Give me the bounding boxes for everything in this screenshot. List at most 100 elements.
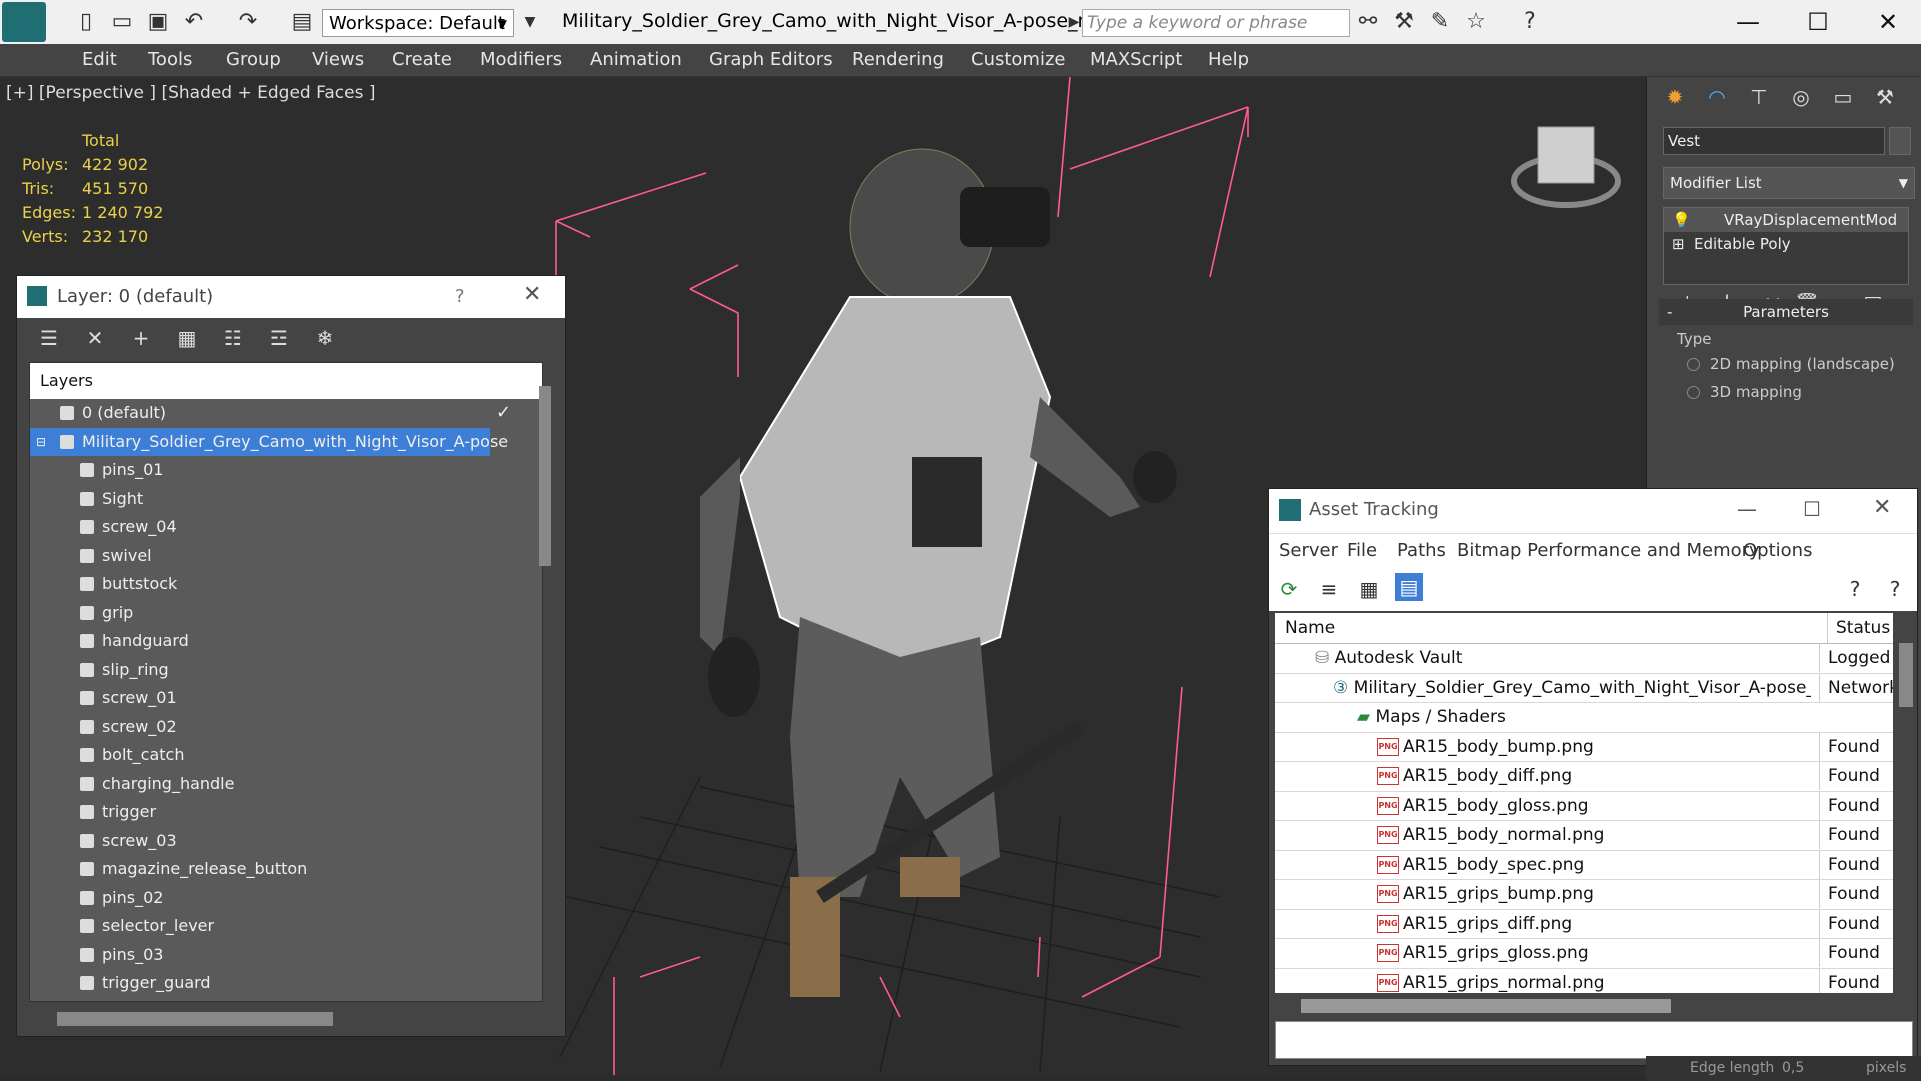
menu-create[interactable]: Create <box>392 49 452 70</box>
star-icon[interactable]: ☆ <box>1462 8 1490 36</box>
table-view-icon[interactable]: ▤ <box>1395 573 1423 601</box>
layer-object-row[interactable]: screw_02 <box>30 713 542 742</box>
open-icon[interactable]: ▭ <box>108 8 136 36</box>
hierarchy-tab-icon[interactable]: ⊤ <box>1745 83 1773 111</box>
expand-icon[interactable]: ⊞ <box>1672 232 1685 256</box>
menu-edit[interactable]: Edit <box>82 49 117 70</box>
stack-item-vray-displacement[interactable]: 💡 VRayDisplacementMod <box>1664 208 1908 232</box>
layer-object-row[interactable]: handguard <box>30 627 542 656</box>
list-view-icon[interactable]: ≡ <box>1315 575 1343 603</box>
modify-tab-icon[interactable]: ◠ <box>1703 83 1731 111</box>
asset-tracking-dialog[interactable]: Asset Tracking — ☐ ✕ Server File Paths B… <box>1268 488 1918 1066</box>
asset-row[interactable]: PNG AR15_grips_bump.png Found <box>1275 880 1893 910</box>
radio-2d-mapping[interactable]: 2D mapping (landscape) <box>1687 355 1895 373</box>
stack-item-editable-poly[interactable]: ⊞ Editable Poly <box>1664 232 1908 256</box>
layer-object-row[interactable]: pins_02 <box>30 884 542 913</box>
menu-group[interactable]: Group <box>226 49 281 70</box>
layer-vscrollbar[interactable] <box>539 386 551 566</box>
new-icon[interactable]: ▯ <box>72 8 100 36</box>
asset-table[interactable]: Name Status ⛁ Autodesk Vault Logged ③ Mili… <box>1275 613 1893 993</box>
menu-tools[interactable]: Tools <box>148 49 192 70</box>
hide-all-layers-icon[interactable]: ☲ <box>265 324 293 352</box>
create-layer-icon[interactable]: ☰ <box>35 324 63 352</box>
layer-hscrollbar[interactable] <box>57 1012 333 1026</box>
layer-object-row[interactable]: swivel <box>30 542 542 571</box>
col-status-header[interactable]: Status <box>1827 613 1890 643</box>
viewcube-icon[interactable] <box>1511 126 1621 208</box>
edge-length-value[interactable]: 0,5 <box>1782 1060 1804 1076</box>
help-settings-icon[interactable]: ? <box>1881 575 1909 603</box>
workspace-dropdown[interactable]: Workspace: Default ▼ <box>322 9 514 37</box>
close-icon[interactable]: ✕ <box>1858 4 1918 40</box>
lightbulb-icon[interactable]: 💡 <box>1672 208 1691 232</box>
asset-menu-options[interactable]: Options <box>1743 540 1812 561</box>
layer-object-row[interactable]: screw_04 <box>30 513 542 542</box>
layer-dialog[interactable]: Layer: 0 (default) ? ✕ ☰ ✕ + ▦ ☷ ☲ ❄ Lay… <box>16 275 566 1037</box>
asset-menu-paths[interactable]: Paths <box>1397 540 1446 561</box>
menu-graph-editors[interactable]: Graph Editors <box>709 49 833 70</box>
menu-animation[interactable]: Animation <box>590 49 682 70</box>
search-input[interactable]: Type a keyword or phrase <box>1082 9 1350 37</box>
close-icon[interactable]: ✕ <box>523 282 541 307</box>
asset-row[interactable]: PNG AR15_body_spec.png Found <box>1275 850 1893 880</box>
asset-hscrollbar[interactable] <box>1301 999 1671 1013</box>
layer-object-row[interactable]: trigger <box>30 798 542 827</box>
help-icon[interactable]: ? <box>1516 8 1544 36</box>
asset-row[interactable]: PNG AR15_grips_normal.png Found <box>1275 968 1893 993</box>
parameters-rollout-header[interactable]: - Parameters <box>1659 299 1913 325</box>
save-icon[interactable]: ▣ <box>144 8 172 36</box>
layer-object-row[interactable]: Sight <box>30 485 542 514</box>
asset-row[interactable]: ▰ Maps / Shaders <box>1275 703 1893 733</box>
utilities-tab-icon[interactable]: ⚒ <box>1871 83 1899 111</box>
asset-row[interactable]: PNG AR15_body_bump.png Found <box>1275 732 1893 762</box>
object-color-swatch[interactable] <box>1889 127 1911 155</box>
asset-row[interactable]: PNG AR15_grips_diff.png Found <box>1275 909 1893 939</box>
menu-rendering[interactable]: Rendering <box>852 49 944 70</box>
col-name-header[interactable]: Name <box>1285 613 1335 643</box>
refresh-icon[interactable]: ⟳ <box>1275 575 1303 603</box>
layer-object-row[interactable]: screw_01 <box>30 684 542 713</box>
select-in-layer-icon[interactable]: ▦ <box>173 324 201 352</box>
layer-object-row[interactable]: lower_receiver <box>30 998 542 1002</box>
freeze-all-layers-icon[interactable]: ❄ <box>311 324 339 352</box>
maximize-icon[interactable]: ☐ <box>1788 4 1848 40</box>
layer-object-row[interactable]: slip_ring <box>30 656 542 685</box>
layer-object-row[interactable]: screw_03 <box>30 827 542 856</box>
layer-object-row[interactable]: pins_01 <box>30 456 542 485</box>
menu-icon[interactable]: ▼ <box>516 8 544 36</box>
asset-menu-file[interactable]: File <box>1347 540 1377 561</box>
minimize-icon[interactable]: — <box>1718 4 1778 40</box>
help-button[interactable]: ? <box>455 286 465 307</box>
tools-icon[interactable]: ⚒ <box>1390 8 1418 36</box>
modifier-stack[interactable]: 💡 VRayDisplacementMod ⊞ Editable Poly <box>1663 207 1909 285</box>
help-icon[interactable]: ? <box>1841 575 1869 603</box>
layer-object-row[interactable]: bolt_catch <box>30 741 542 770</box>
undo-icon[interactable]: ↶ <box>180 8 208 36</box>
modifier-list-dropdown[interactable]: Modifier List ▼ <box>1663 167 1915 199</box>
maximize-icon[interactable]: ☐ <box>1803 497 1821 521</box>
asset-vscrollbar[interactable] <box>1899 643 1913 707</box>
layer-object-row[interactable]: grip <box>30 599 542 628</box>
layer-list[interactable]: Layers 0 (default) ✓ ⊟ Military_Soldier_… <box>29 362 543 1002</box>
layer-row-default[interactable]: 0 (default) ✓ <box>30 399 542 428</box>
signin-icon[interactable]: ✎ <box>1426 8 1454 36</box>
menu-help[interactable]: Help <box>1208 49 1249 70</box>
check-icon[interactable]: ✓ <box>496 399 511 427</box>
asset-row[interactable]: PNG AR15_body_normal.png Found <box>1275 821 1893 851</box>
asset-row[interactable]: ③ Military_Soldier_Grey_Camo_with_Night_… <box>1275 673 1893 703</box>
asset-menu-server[interactable]: Server <box>1279 540 1338 561</box>
display-tab-icon[interactable]: ▭ <box>1829 83 1857 111</box>
create-tab-icon[interactable]: ✹ <box>1661 83 1689 111</box>
asset-row[interactable]: PNG AR15_grips_gloss.png Found <box>1275 939 1893 969</box>
collapse-icon[interactable]: ⊟ <box>36 428 46 456</box>
minimize-icon[interactable]: — <box>1737 497 1757 521</box>
close-icon[interactable]: ✕ <box>1873 495 1891 520</box>
layers-column-header[interactable]: Layers <box>30 363 542 399</box>
layer-object-row[interactable]: magazine_release_button <box>30 855 542 884</box>
layer-object-row[interactable]: selector_lever <box>30 912 542 941</box>
add-to-layer-icon[interactable]: + <box>127 324 155 352</box>
menu-modifiers[interactable]: Modifiers <box>480 49 562 70</box>
layer-row-selected[interactable]: ⊟ Military_Soldier_Grey_Camo_with_Night_… <box>30 427 508 456</box>
asset-row[interactable]: PNG AR15_body_gloss.png Found <box>1275 791 1893 821</box>
layer-object-row[interactable]: charging_handle <box>30 770 542 799</box>
